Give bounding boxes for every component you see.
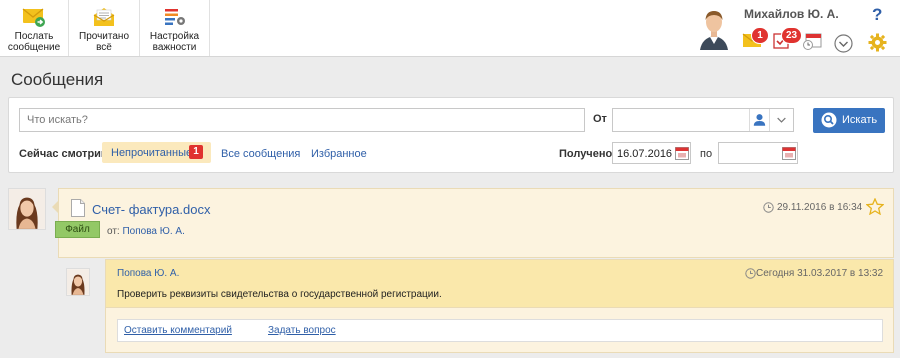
filter-all-messages[interactable]: Все сообщения [221, 148, 300, 160]
date-from-field[interactable]: 16.07.2016 [612, 142, 691, 164]
top-toolbar: Послать сообщение Прочитано всё Настройка в… [0, 0, 900, 57]
message-card[interactable]: Счет- фактура.docx Файл от: Попова Ю. А.… [55, 188, 894, 258]
search-button-label: Искать [842, 114, 878, 126]
importance-label-2: важности [152, 42, 197, 53]
clock-icon [763, 202, 774, 213]
reply-author[interactable]: Попова Ю. А. [117, 268, 179, 279]
chevron-down-icon[interactable] [769, 109, 793, 131]
file-tag: Файл [55, 221, 100, 238]
search-icon [821, 112, 837, 128]
reply-header: Попова Ю. А. Сегодня 31.03.2017 в 13:32 … [106, 260, 893, 308]
calendar-clock-icon[interactable] [803, 33, 823, 50]
filter-unread-label: Непрочитанные [111, 147, 193, 159]
read-label-2: всё [96, 42, 112, 53]
message-from: от: Попова Ю. А. [107, 226, 185, 237]
clock-icon [745, 268, 756, 279]
reply-actions: Оставить комментарий Задать вопрос [117, 319, 883, 342]
leave-comment-link[interactable]: Оставить комментарий [124, 325, 232, 336]
calendar-icon[interactable] [782, 147, 796, 160]
search-button[interactable]: Искать [813, 108, 885, 133]
help-icon[interactable]: ? [872, 5, 882, 25]
date-to-field[interactable] [718, 142, 798, 164]
reply-date: Сегодня 31.03.2017 в 13:32 [756, 268, 884, 279]
filter-favorites[interactable]: Избранное [311, 148, 367, 160]
importance-settings-button[interactable]: Настройка важности [140, 0, 210, 56]
unread-count-badge: 1 [189, 145, 203, 159]
chevron-down-icon[interactable] [834, 34, 853, 53]
envelope-send-icon [22, 8, 45, 27]
from-field[interactable] [612, 108, 794, 132]
reply-author-avatar[interactable] [66, 268, 90, 296]
from-prefix: от: [107, 226, 120, 237]
reply-card: Попова Ю. А. Сегодня 31.03.2017 в 13:32 … [105, 259, 894, 353]
page-title: Сообщения [11, 70, 104, 89]
envelope-open-icon [93, 8, 115, 26]
received-label: Получено [559, 148, 613, 160]
sender-link[interactable]: Попова Ю. А. [122, 226, 184, 237]
reply-text: Проверить реквизиты свидетельства о госу… [117, 289, 442, 300]
search-panel: От Искать Сейчас смотрим Непрочитанные 1… [8, 97, 894, 173]
now-watching-label: Сейчас смотрим [19, 148, 110, 160]
filter-unread[interactable]: Непрочитанные 1 [102, 142, 211, 163]
message-title[interactable]: Счет- фактура.docx [92, 202, 210, 217]
ask-question-link[interactable]: Задать вопрос [268, 325, 336, 336]
calendar-icon[interactable] [675, 147, 689, 160]
document-icon [71, 199, 85, 217]
mail-count-badge: 1 [751, 27, 769, 44]
from-label: От [593, 113, 607, 125]
send-message-button[interactable]: Послать сообщение [0, 0, 69, 56]
importance-label-1: Настройка [149, 31, 200, 42]
send-label-2: сообщение [7, 42, 61, 53]
to-label: по [700, 148, 713, 160]
list-settings-icon [164, 9, 185, 25]
star-icon[interactable] [866, 198, 884, 215]
send-label-1: Послать [14, 31, 54, 42]
user-picker-icon[interactable] [749, 109, 769, 131]
message-date: 29.11.2016 в 16:34 [777, 202, 863, 213]
date-from-value: 16.07.2016 [617, 148, 673, 160]
mark-all-read-button[interactable]: Прочитано всё [69, 0, 140, 56]
read-label-1: Прочитано [79, 31, 129, 42]
gear-icon[interactable] [868, 33, 887, 52]
search-input[interactable] [19, 108, 585, 132]
sender-avatar[interactable] [8, 188, 46, 230]
user-name: Михайлов Ю. А. [744, 7, 839, 21]
tasks-count-badge: 23 [781, 27, 802, 44]
user-avatar[interactable] [697, 6, 731, 50]
